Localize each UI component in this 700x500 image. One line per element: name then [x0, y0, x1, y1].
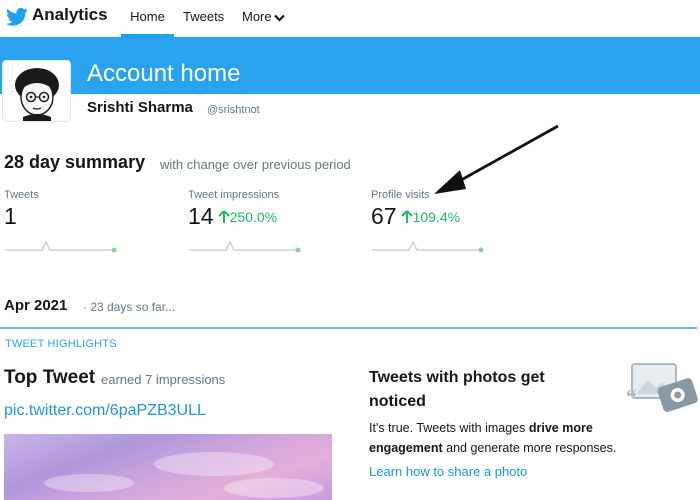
- month-subtitle: · 23 days so far...: [83, 300, 176, 314]
- arrow-up-icon: [400, 210, 413, 223]
- stat-value: 67: [371, 203, 397, 229]
- stat-value: 1: [4, 203, 17, 229]
- analytics-page: Analytics Home Tweets More Account home …: [0, 0, 700, 500]
- promo-body-text: and generate more responses.: [442, 441, 617, 455]
- top-nav: Analytics Home Tweets More: [0, 0, 700, 37]
- month-title: Apr 2021: [4, 297, 68, 314]
- tweet-highlights-label: TWEET HIGHLIGHTS: [5, 338, 117, 350]
- user-handle[interactable]: @srishtnot: [207, 104, 260, 116]
- nav-tab-tweets[interactable]: Tweets: [183, 0, 224, 37]
- top-tweet-photo[interactable]: [4, 434, 332, 500]
- page-title: Account home: [87, 60, 241, 87]
- section-divider: [0, 327, 697, 329]
- promo-title: Tweets with photos get noticed: [369, 369, 545, 410]
- brand-name[interactable]: Analytics: [32, 5, 108, 25]
- photo-tweet-icon: “: [626, 363, 698, 412]
- top-tweet-link[interactable]: pic.twitter.com/6paPZB3ULL: [4, 402, 206, 420]
- photo-cloud: [154, 452, 274, 476]
- promo-body-text: It's true. Tweets with images: [369, 421, 529, 435]
- stat-change: 109.4%: [400, 209, 461, 225]
- chevron-down-icon: [273, 14, 285, 22]
- sparkline-impressions: [189, 240, 301, 253]
- avatar[interactable]: [2, 60, 71, 122]
- nav-more-dropdown[interactable]: More: [242, 0, 285, 37]
- stat-change: 250.0%: [217, 209, 278, 225]
- stat-tweets: Tweets 1: [4, 189, 39, 230]
- stat-label: Tweets: [4, 189, 39, 201]
- share-photo-link[interactable]: Learn how to share a photo: [369, 464, 527, 479]
- stat-label: Tweet impressions: [188, 189, 280, 201]
- annotation-arrow-icon: [434, 124, 559, 194]
- nav-more-label: More: [242, 9, 272, 24]
- top-tweet-title: Top Tweet: [4, 367, 96, 388]
- nav-tab-home[interactable]: Home: [121, 0, 174, 37]
- summary-subtitle: with change over previous period: [160, 157, 351, 172]
- stat-change-value: 250.0%: [229, 209, 278, 225]
- stat-change-value: 109.4%: [412, 209, 461, 225]
- photo-cloud: [44, 474, 134, 492]
- sparkline-tweets: [5, 240, 117, 253]
- user-name[interactable]: Srishti Sharma: [87, 99, 193, 116]
- sparkline-profile-visits: [372, 240, 484, 253]
- stat-tweet-impressions: Tweet impressions 14 250.0%: [188, 189, 279, 230]
- avatar-illustration: [3, 61, 70, 121]
- photo-cloud: [224, 478, 324, 498]
- stat-value: 14: [188, 203, 214, 229]
- svg-text:“: “: [626, 384, 637, 409]
- promo-body: It's true. Tweets with images drive more…: [369, 418, 669, 458]
- arrow-up-icon: [217, 210, 230, 223]
- summary-title: 28 day summary: [4, 152, 146, 172]
- top-tweet-subtitle: earned 7 impressions: [101, 372, 226, 387]
- twitter-bird-icon[interactable]: [6, 7, 28, 27]
